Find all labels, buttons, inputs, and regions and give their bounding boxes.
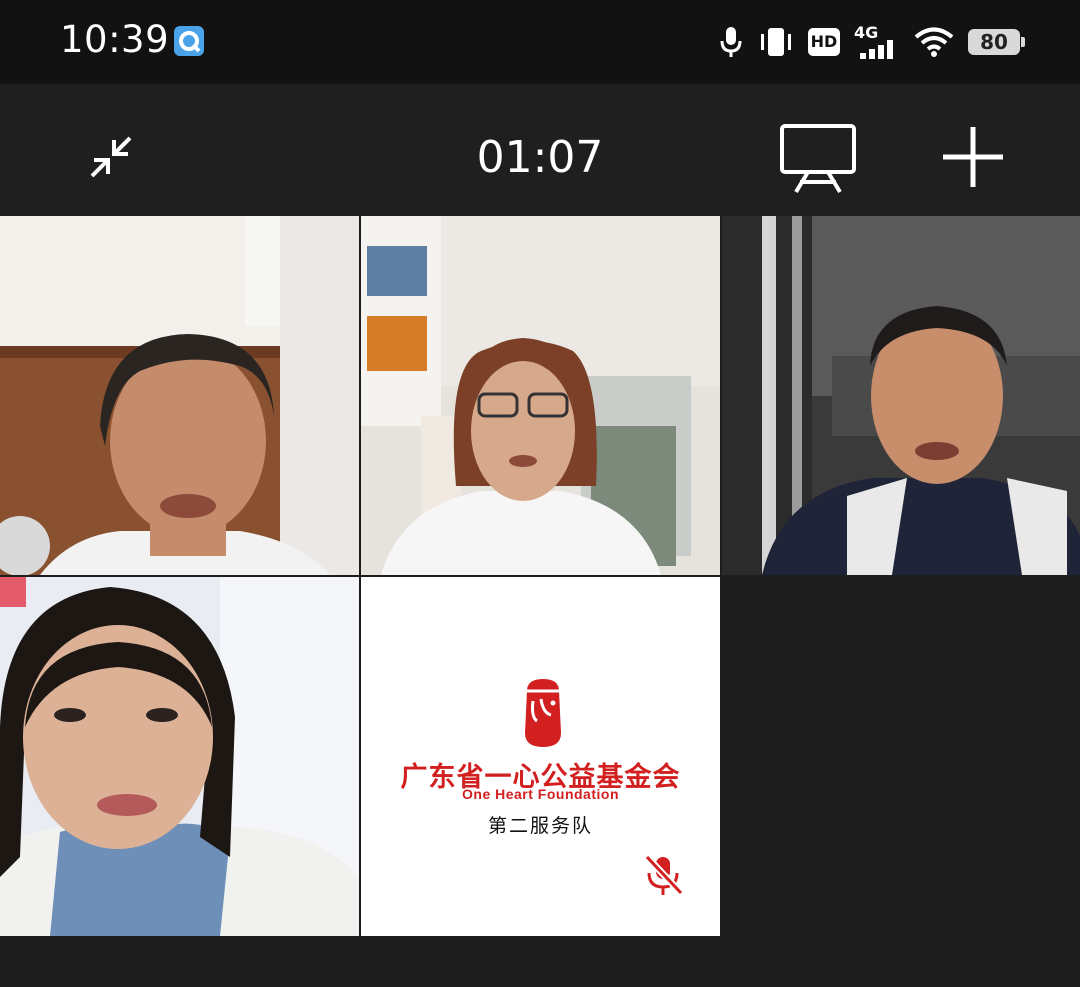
- call-toolbar: 01:07: [0, 84, 1080, 216]
- participant-video-feed: [722, 216, 1080, 575]
- hd-icon: HD: [808, 28, 840, 56]
- one-heart-logo: [525, 679, 561, 747]
- bottom-area: [0, 936, 1080, 987]
- screen-share-button[interactable]: [778, 122, 858, 194]
- add-participant-button[interactable]: [940, 124, 1006, 190]
- microphone-icon: [720, 27, 742, 57]
- participant-video-1[interactable]: [0, 216, 359, 575]
- qq-browser-icon: [174, 26, 204, 56]
- participant-avatar-card[interactable]: 广东省一心公益基金会 One Heart Foundation 第二服务队: [361, 577, 720, 936]
- mic-muted-icon: [644, 854, 684, 896]
- 4g-signal-icon: 4G: [854, 23, 900, 59]
- participant-video-feed: [361, 216, 720, 575]
- call-timer: 01:07: [476, 132, 604, 183]
- participant-video-2[interactable]: [361, 216, 720, 575]
- screen-share-icon: [780, 124, 856, 194]
- participant-video-feed: [0, 216, 359, 575]
- participant-video-3[interactable]: [722, 216, 1080, 575]
- participant-video-feed: [0, 577, 359, 936]
- wifi-icon: [914, 27, 954, 57]
- add-participant-icon: [943, 127, 1003, 187]
- status-time: 10:39: [60, 18, 170, 61]
- video-grid: 广东省一心公益基金会 One Heart Foundation 第二服务队: [0, 216, 1080, 936]
- status-bar: 10:39 HD 4G 80: [0, 0, 1080, 84]
- team-name: 第二服务队: [487, 815, 593, 837]
- vibrate-icon: [761, 28, 791, 56]
- participant-video-4[interactable]: [0, 577, 359, 936]
- org-name-en: One Heart Foundation: [462, 786, 619, 802]
- battery-indicator: 80: [968, 29, 1025, 55]
